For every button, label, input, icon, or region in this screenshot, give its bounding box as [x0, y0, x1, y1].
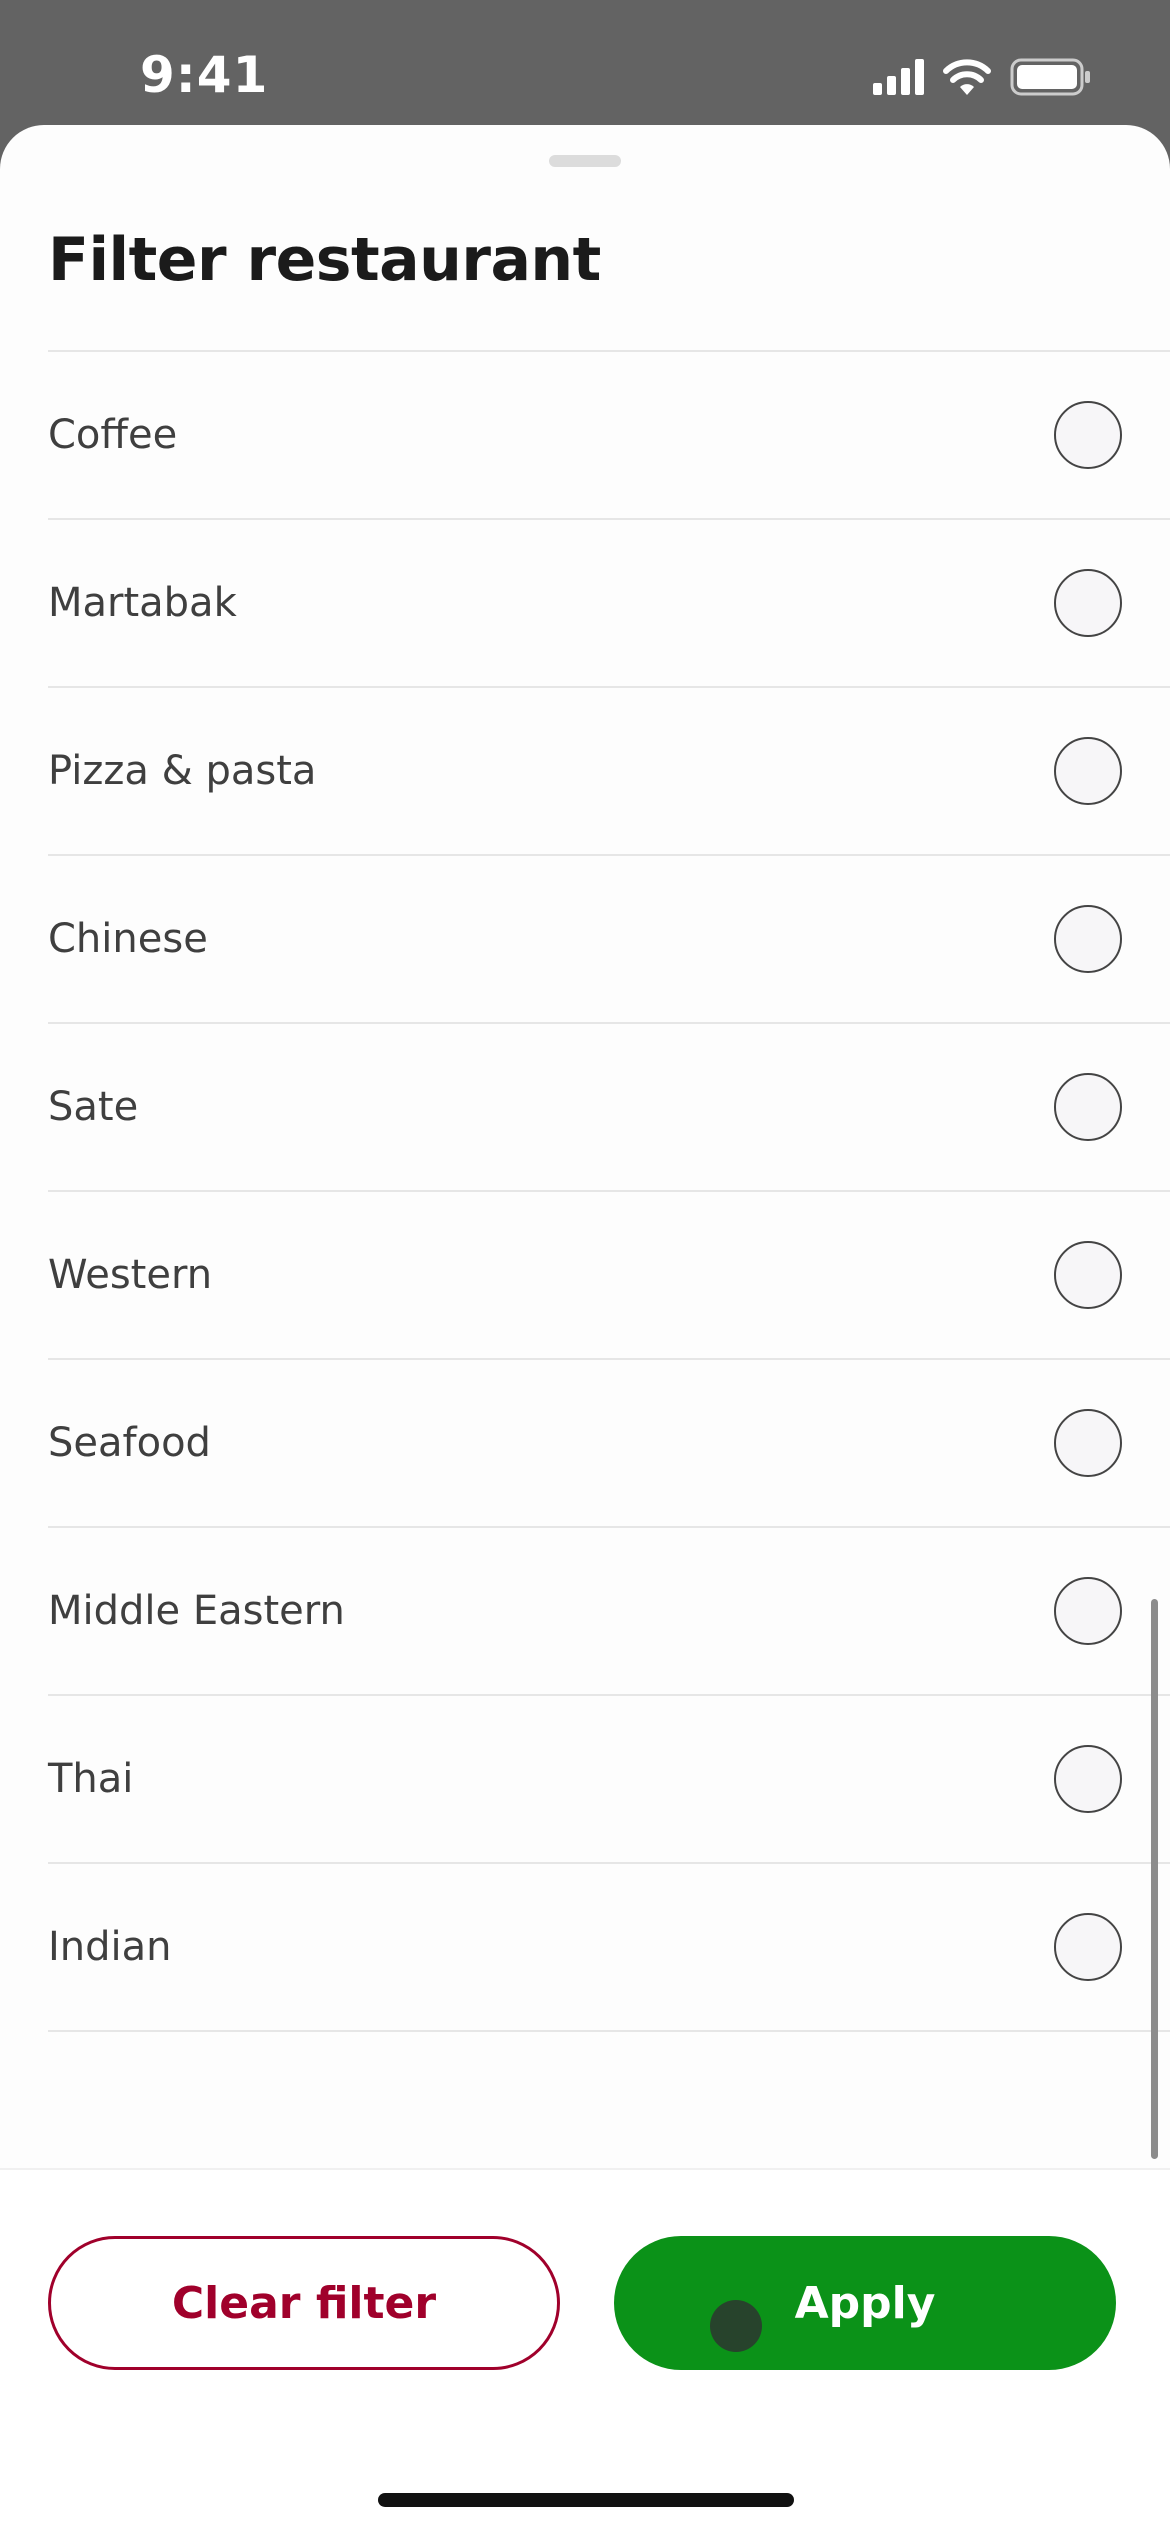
- wifi-icon: [943, 59, 991, 95]
- radio-button[interactable]: [1054, 1913, 1122, 1981]
- option-western[interactable]: Western: [48, 1192, 1170, 1360]
- option-seafood[interactable]: Seafood: [48, 1360, 1170, 1528]
- radio-button[interactable]: [1054, 1241, 1122, 1309]
- status-time: 9:41: [140, 46, 269, 104]
- apply-button[interactable]: Apply: [614, 2236, 1116, 2370]
- option-label: Pizza & pasta: [48, 748, 317, 794]
- option-indian[interactable]: Indian: [48, 1864, 1170, 2032]
- scrollbar[interactable]: [1151, 1599, 1158, 2159]
- battery-icon: [1010, 58, 1090, 96]
- option-label: Sate: [48, 1084, 139, 1130]
- radio-button[interactable]: [1054, 737, 1122, 805]
- radio-button[interactable]: [1054, 1409, 1122, 1477]
- status-bar: 9:41: [0, 0, 1170, 125]
- option-label: Thai: [48, 1756, 134, 1802]
- option-label: Indian: [48, 1924, 172, 1970]
- option-chinese[interactable]: Chinese: [48, 856, 1170, 1024]
- option-martabak[interactable]: Martabak: [48, 520, 1170, 688]
- option-label: Chinese: [48, 916, 208, 962]
- option-label: Martabak: [48, 580, 237, 626]
- option-thai[interactable]: Thai: [48, 1696, 1170, 1864]
- home-indicator[interactable]: [378, 2493, 794, 2507]
- radio-button[interactable]: [1054, 905, 1122, 973]
- cuisine-option-list: Coffee Martabak Pizza & pasta Chinese Sa…: [48, 350, 1170, 2032]
- radio-button[interactable]: [1054, 1073, 1122, 1141]
- option-middle-eastern[interactable]: Middle Eastern: [48, 1528, 1170, 1696]
- radio-button[interactable]: [1054, 401, 1122, 469]
- sheet-title: Filter restaurant: [48, 225, 601, 295]
- radio-button[interactable]: [1054, 1745, 1122, 1813]
- option-label: Middle Eastern: [48, 1588, 345, 1634]
- option-label: Seafood: [48, 1420, 211, 1466]
- clear-filter-button[interactable]: Clear filter: [48, 2236, 560, 2370]
- option-coffee[interactable]: Coffee: [48, 352, 1170, 520]
- sheet-grabber[interactable]: [549, 155, 621, 167]
- option-sate[interactable]: Sate: [48, 1024, 1170, 1192]
- option-pizza-pasta[interactable]: Pizza & pasta: [48, 688, 1170, 856]
- radio-button[interactable]: [1054, 569, 1122, 637]
- touch-indicator: [710, 2300, 762, 2352]
- status-icons: [873, 52, 1092, 102]
- option-label: Coffee: [48, 412, 178, 458]
- cellular-signal-icon: [873, 59, 924, 95]
- radio-button[interactable]: [1054, 1577, 1122, 1645]
- option-label: Western: [48, 1252, 213, 1298]
- action-footer: Clear filter Apply: [0, 2168, 1170, 2534]
